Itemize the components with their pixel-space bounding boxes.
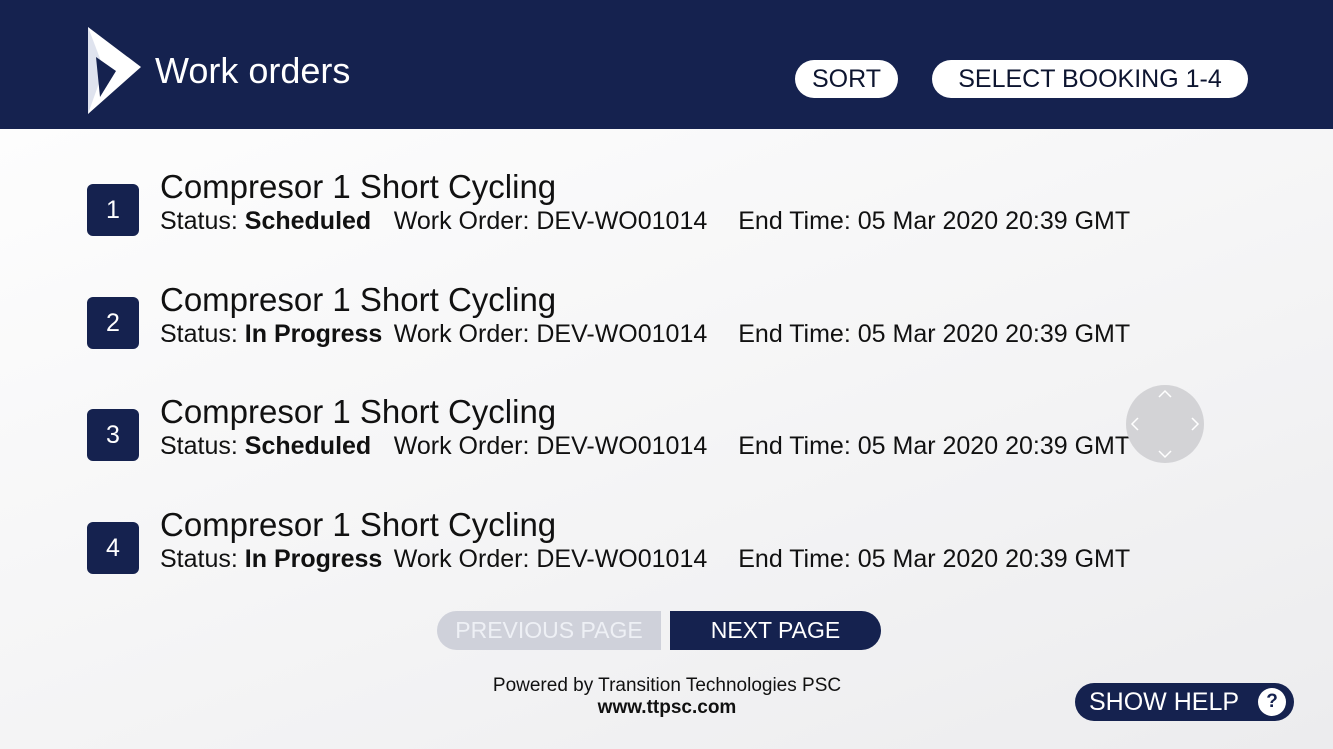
work-order-label: Work Order: (393, 207, 530, 235)
work-order-item[interactable]: 1 Compresor 1 Short Cycling Status: Sche… (0, 168, 1130, 248)
end-time-label: End Time: (738, 207, 851, 235)
end-time-value: 05 Mar 2020 20:39 GMT (857, 432, 1131, 460)
work-order-title: Compresor 1 Short Cycling (160, 168, 557, 205)
work-order-item[interactable]: 4 Compresor 1 Short Cycling Status: In P… (0, 506, 1130, 586)
work-order-id: DEV-WO01014 (536, 207, 708, 235)
previous-page-button[interactable]: PREVIOUS PAGE (437, 611, 661, 650)
status-label: Status: (160, 432, 238, 460)
header-bar: Work orders SORT SELECT BOOKING 1-4 (0, 0, 1333, 129)
show-help-button[interactable]: SHOW HELP ? (1075, 683, 1294, 721)
work-order-item[interactable]: 2 Compresor 1 Short Cycling Status: In P… (0, 281, 1130, 361)
status-value: In Progress (244, 320, 383, 348)
status-label: Status: (160, 545, 238, 573)
next-page-button[interactable]: NEXT PAGE (670, 611, 881, 650)
end-time-value: 05 Mar 2020 20:39 GMT (857, 320, 1131, 348)
work-order-label: Work Order: (393, 320, 530, 348)
work-order-item[interactable]: 3 Compresor 1 Short Cycling Status: Sche… (0, 393, 1130, 473)
powered-by-text: Powered by Transition Technologies PSC (492, 675, 842, 696)
website-link[interactable]: www.ttpsc.com (417, 697, 917, 719)
end-time-value: 05 Mar 2020 20:39 GMT (857, 207, 1131, 235)
navigation-pad[interactable] (1126, 385, 1204, 463)
direction-arrows-icon (1130, 389, 1200, 459)
work-order-details: Status: Scheduled Work Order: DEV-WO0101… (160, 206, 1130, 236)
footer: Powered by Transition Technologies PSC w… (417, 675, 917, 719)
work-order-details: Status: In Progress Work Order: DEV-WO01… (160, 319, 1130, 349)
page-title: Work orders (155, 50, 351, 91)
status-value: Scheduled (244, 207, 372, 235)
work-order-details: Status: Scheduled Work Order: DEV-WO0101… (160, 431, 1130, 461)
work-order-label: Work Order: (393, 432, 530, 460)
status-label: Status: (160, 320, 238, 348)
work-order-title: Compresor 1 Short Cycling (160, 506, 557, 543)
work-order-details: Status: In Progress Work Order: DEV-WO01… (160, 544, 1130, 574)
end-time-label: End Time: (738, 545, 851, 573)
status-value: In Progress (244, 545, 383, 573)
work-order-id: DEV-WO01014 (536, 320, 708, 348)
sort-button[interactable]: SORT (795, 60, 898, 98)
work-order-id: DEV-WO01014 (536, 432, 708, 460)
work-order-title: Compresor 1 Short Cycling (160, 393, 557, 430)
question-mark-icon: ? (1258, 688, 1286, 716)
status-label: Status: (160, 207, 238, 235)
work-order-label: Work Order: (393, 545, 530, 573)
end-time-label: End Time: (738, 432, 851, 460)
dynamics-logo-icon (88, 27, 141, 114)
end-time-value: 05 Mar 2020 20:39 GMT (857, 545, 1131, 573)
select-booking-button[interactable]: SELECT BOOKING 1-4 (932, 60, 1248, 98)
work-order-number-badge[interactable]: 2 (87, 297, 139, 349)
end-time-label: End Time: (738, 320, 851, 348)
show-help-label: SHOW HELP (1089, 688, 1240, 716)
work-order-number-badge[interactable]: 1 (87, 184, 139, 236)
work-order-number-badge[interactable]: 4 (87, 522, 139, 574)
work-order-title: Compresor 1 Short Cycling (160, 281, 557, 318)
status-value: Scheduled (244, 432, 372, 460)
work-order-number-badge[interactable]: 3 (87, 409, 139, 461)
work-order-id: DEV-WO01014 (536, 545, 708, 573)
